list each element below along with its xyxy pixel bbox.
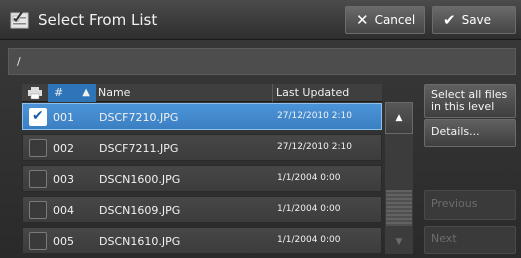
checklist-icon [10, 11, 29, 29]
current-path-field: / [8, 48, 516, 75]
select-all-files-button[interactable]: Select all files in this level [424, 84, 516, 118]
file-list: # ▲ Name Last Updated ✔ 001 DSCF7210.JPG… [22, 84, 382, 254]
row-checkbox[interactable] [29, 232, 47, 250]
row-checkbox[interactable] [29, 201, 47, 219]
row-number: 002 [53, 142, 74, 155]
column-header-name[interactable]: Name [98, 86, 130, 99]
next-button[interactable]: Next [424, 226, 516, 254]
save-button-label: Save [461, 13, 492, 27]
scroll-thumb[interactable] [386, 190, 412, 226]
row-checkbox[interactable] [29, 170, 47, 188]
row-last-updated: 1/1/2004 0:00 [277, 235, 341, 245]
row-number: 003 [53, 173, 74, 186]
row-last-updated: 27/12/2010 2:10 [277, 111, 352, 121]
column-header-last-updated[interactable]: Last Updated [276, 86, 349, 99]
row-last-updated: 27/12/2010 2:10 [277, 142, 352, 152]
column-divider [272, 84, 273, 102]
triangle-down-icon: ▼ [395, 237, 403, 247]
current-path-text: / [17, 55, 21, 68]
row-checkbox[interactable] [29, 139, 47, 157]
triangle-up-icon: ▲ [395, 113, 403, 123]
save-button[interactable]: ✔ Save [432, 6, 516, 34]
select-all-label-line2: in this level [431, 100, 495, 113]
column-header-number-label: # [54, 86, 64, 99]
cancel-button[interactable]: ✕ Cancel [345, 6, 425, 34]
details-button-label: Details... [431, 125, 480, 138]
table-row[interactable]: 003 DSCN1600.JPG 1/1/2004 0:00 [22, 165, 382, 192]
select-from-list-screen: Select From List ✕ Cancel ✔ Save / # ▲ N… [0, 0, 521, 258]
scroll-down-button[interactable]: ▼ [385, 230, 413, 254]
table-row[interactable]: ✔ 001 DSCF7210.JPG 27/12/2010 2:10 [22, 103, 382, 130]
checkmark-icon: ✔ [443, 11, 456, 29]
table-row[interactable]: 005 DSCN1610.JPG 1/1/2004 0:00 [22, 227, 382, 254]
cancel-button-label: Cancel [374, 13, 416, 27]
row-last-updated: 1/1/2004 0:00 [277, 173, 341, 183]
table-row[interactable]: 002 DSCF7211.JPG 27/12/2010 2:10 [22, 134, 382, 161]
row-filename: DSCF7210.JPG [99, 111, 179, 124]
scroll-up-button[interactable]: ▲ [385, 102, 413, 134]
details-button[interactable]: Details... [424, 119, 516, 147]
title-bar: Select From List ✕ Cancel ✔ Save [0, 0, 521, 40]
previous-button[interactable]: Previous [424, 190, 516, 220]
row-last-updated: 1/1/2004 0:00 [277, 204, 341, 214]
list-scrollbar[interactable]: ▲ ▼ [385, 102, 413, 254]
row-filename: DSCN1609.JPG [99, 204, 181, 217]
close-icon: ✕ [356, 11, 369, 29]
row-filename: DSCN1610.JPG [99, 235, 181, 248]
next-button-label: Next [431, 232, 457, 245]
table-row[interactable]: 004 DSCN1609.JPG 1/1/2004 0:00 [22, 196, 382, 223]
row-number: 001 [53, 111, 74, 124]
row-checkbox[interactable]: ✔ [29, 108, 47, 126]
list-header: # ▲ Name Last Updated [22, 84, 382, 102]
previous-button-label: Previous [431, 197, 478, 210]
sort-ascending-icon: ▲ [82, 87, 90, 98]
row-number: 004 [53, 204, 74, 217]
page-title: Select From List [38, 11, 158, 29]
checkmark-icon: ✔ [32, 108, 44, 124]
row-filename: DSCN1600.JPG [99, 173, 181, 186]
printer-icon [28, 87, 42, 99]
column-header-number[interactable]: # ▲ [48, 84, 96, 102]
row-filename: DSCF7211.JPG [99, 142, 179, 155]
row-number: 005 [53, 235, 74, 248]
